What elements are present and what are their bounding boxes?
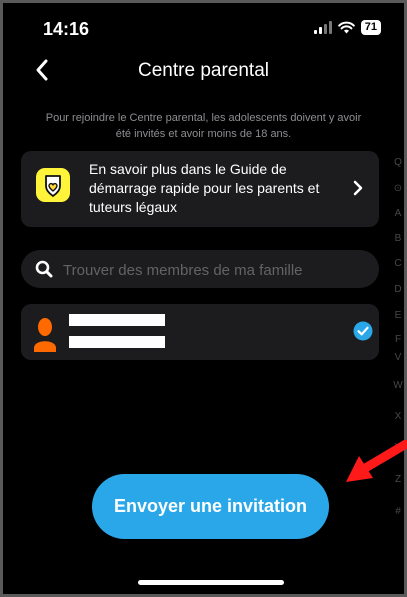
shield-heart-icon: [36, 168, 70, 202]
status-icons: 71: [313, 20, 381, 35]
index-letter[interactable]: ⊙: [389, 183, 407, 194]
checkmark-icon[interactable]: [353, 321, 373, 341]
search-icon: [35, 260, 53, 278]
signal-icon: [313, 21, 332, 34]
status-time: 14:16: [43, 19, 90, 39]
battery-level: 71: [360, 20, 381, 35]
avatar: [34, 318, 56, 352]
send-invitation-button[interactable]: Envoyer une invitation: [92, 474, 329, 539]
eligibility-info-text: Pour rejoindre le Centre parental, les a…: [45, 112, 362, 140]
frame-border: [0, 0, 407, 3]
family-search-bar[interactable]: [21, 250, 379, 290]
index-letter[interactable]: V: [389, 352, 407, 363]
index-letter[interactable]: #: [389, 506, 407, 517]
parents-guide-card[interactable]: En savoir plus dans le Guide de démarrag…: [21, 151, 379, 227]
index-letter[interactable]: E: [389, 310, 407, 321]
index-letter[interactable]: Q: [389, 157, 407, 168]
index-letter[interactable]: W: [389, 380, 407, 391]
index-letter[interactable]: C: [389, 258, 407, 269]
index-letter[interactable]: D: [389, 284, 407, 295]
index-letter[interactable]: B: [389, 233, 407, 244]
index-letter[interactable]: X: [389, 411, 407, 422]
wifi-icon: [337, 21, 355, 34]
redacted-username: [69, 336, 165, 348]
index-letter[interactable]: A: [389, 208, 407, 219]
frame-border: [0, 0, 3, 597]
guide-card-text: En savoir plus dans le Guide de démarrag…: [89, 161, 320, 215]
index-letter[interactable]: F: [389, 334, 407, 345]
family-search-input[interactable]: [61, 250, 365, 290]
redacted-name: [69, 314, 165, 326]
page-title: Centre parental: [138, 60, 269, 81]
family-member-row[interactable]: [21, 304, 379, 360]
phone-screen: 14:16 71 Centre parental Pour rejoindre …: [0, 0, 407, 597]
home-indicator[interactable]: [138, 580, 284, 585]
annotation-arrow-icon: [346, 440, 407, 482]
chevron-right-icon: [353, 180, 363, 196]
